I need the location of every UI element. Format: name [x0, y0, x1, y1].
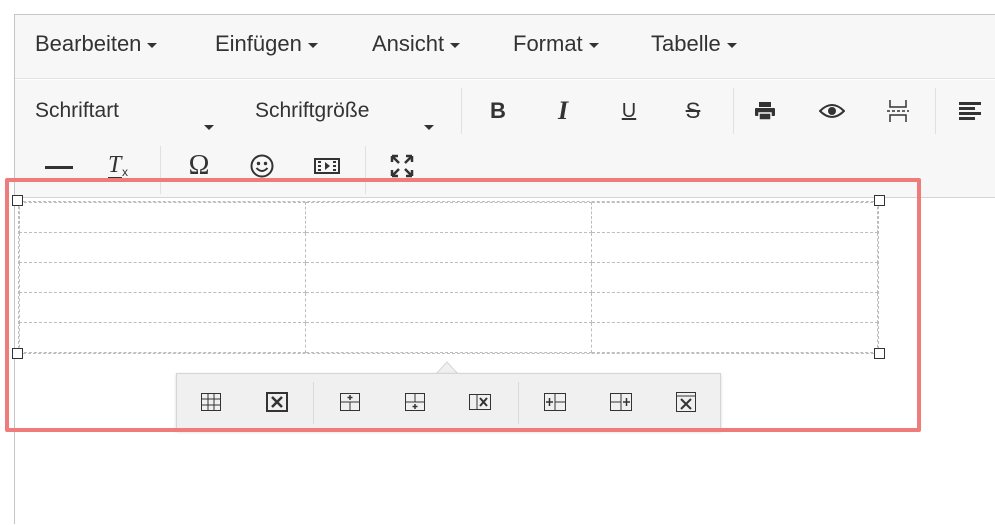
chevron-down-icon [450, 42, 461, 48]
chevron-down-icon [204, 125, 214, 130]
page-break-icon [887, 100, 909, 122]
bold-icon: B [490, 98, 506, 123]
menu-tabelle[interactable]: Tabelle [651, 31, 737, 57]
print-icon [755, 102, 775, 121]
underline-icon: U [621, 99, 637, 122]
menubar: Bearbeiten Einfügen Ansicht Format Tabel… [15, 15, 995, 79]
menu-format[interactable]: Format [513, 31, 599, 57]
font-family-label: Schriftart [35, 99, 120, 122]
menu-ansicht[interactable]: Ansicht [372, 31, 461, 57]
eye-icon [819, 104, 845, 118]
fullscreen-icon [390, 154, 414, 178]
chevron-down-icon [424, 125, 434, 130]
preview-button[interactable] [814, 93, 850, 129]
smiley-icon [250, 154, 274, 178]
chevron-down-icon [307, 42, 318, 48]
media-icon [314, 158, 340, 174]
align-left-button[interactable] [952, 93, 988, 129]
menu-format-label: Format [513, 31, 583, 56]
italic-icon: I [557, 96, 569, 125]
chevron-down-icon [588, 42, 599, 48]
strikethrough-button[interactable]: S [675, 93, 711, 129]
horizontal-rule-icon [45, 166, 73, 169]
page-break-button[interactable] [880, 93, 916, 129]
menu-bearbeiten[interactable]: Bearbeiten [35, 31, 158, 57]
clear-formatting-icon: T x [108, 152, 128, 179]
strikethrough-icon: S [685, 98, 701, 123]
underline-button[interactable]: U [611, 93, 647, 129]
font-size-label: Schriftgröße [255, 99, 370, 122]
italic-button[interactable]: I [545, 93, 581, 129]
toolbar-divider [733, 88, 734, 134]
align-left-icon [959, 102, 981, 120]
toolbar-divider [935, 88, 936, 134]
chevron-down-icon [147, 42, 158, 48]
menu-ansicht-label: Ansicht [372, 31, 445, 56]
svg-text:T: T [108, 152, 123, 178]
print-button[interactable] [747, 93, 783, 129]
bold-button[interactable]: B [480, 93, 516, 129]
menu-tabelle-label: Tabelle [651, 31, 721, 56]
menu-bearbeiten-label: Bearbeiten [35, 31, 142, 56]
selection-highlight-box [5, 178, 921, 432]
menu-einfuegen-label: Einfügen [215, 31, 302, 56]
toolbar-divider [461, 88, 462, 134]
svg-text:x: x [122, 165, 128, 179]
menu-einfuegen[interactable]: Einfügen [215, 31, 318, 57]
chevron-down-icon [726, 42, 737, 48]
